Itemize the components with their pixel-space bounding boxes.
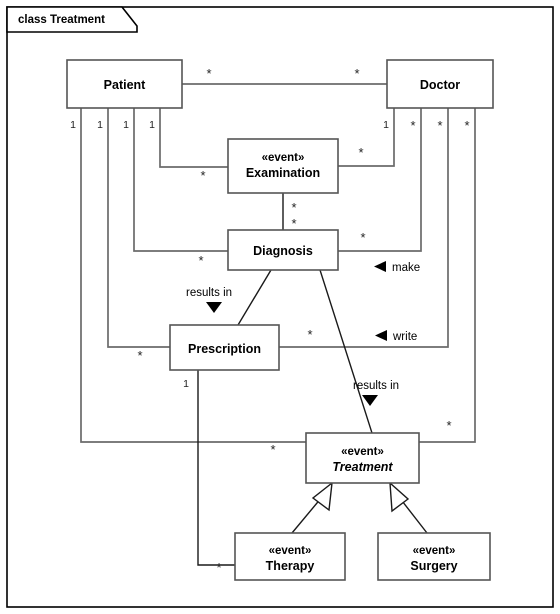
class-box-prescription[interactable]: Prescription xyxy=(169,324,280,371)
class-stereotype-surgery: «event» xyxy=(413,545,456,557)
diagram-canvas: class Treatment Patient Doctor «event» E… xyxy=(0,0,560,614)
multiplicity-patient-doctor-dst: * xyxy=(354,66,359,81)
class-box-surgery[interactable]: «event» Surgery xyxy=(377,532,491,581)
class-box-treatment[interactable]: «event» Treatment xyxy=(305,432,420,484)
class-name-therapy: Therapy xyxy=(266,559,315,573)
multiplicity-patient-examination: 1 xyxy=(149,119,155,131)
multiplicity-doctor-examination: 1 xyxy=(383,119,389,131)
class-box-treatment-rect xyxy=(305,432,420,484)
multiplicity-diagnosis-patient-end: * xyxy=(198,253,203,268)
diagram-title: class Treatment xyxy=(18,14,105,26)
class-box-patient[interactable]: Patient xyxy=(66,59,183,109)
multiplicity-treatment-patient-end: * xyxy=(270,442,275,457)
assoc-label-write: write xyxy=(392,331,417,343)
multiplicity-doctor-prescription: * xyxy=(437,118,442,133)
class-name-surgery: Surgery xyxy=(410,559,457,573)
multiplicity-prescription-therapy-src: 1 xyxy=(183,378,189,390)
class-stereotype-therapy: «event» xyxy=(269,545,312,557)
multiplicity-diagnosis-doctor-end: * xyxy=(360,230,365,245)
assoc-label-make: make xyxy=(392,262,420,274)
multiplicity-patient-diagnosis: 1 xyxy=(123,119,129,131)
assoc-label-results-in-prescription: results in xyxy=(186,287,232,299)
multiplicity-diagnosis-examination-bottom: * xyxy=(291,216,296,231)
class-stereotype-treatment: «event» xyxy=(341,446,384,458)
multiplicity-examination-patient-end: * xyxy=(200,168,205,183)
class-stereotype-examination: «event» xyxy=(262,152,305,164)
uml-class-diagram: class Treatment Patient Doctor «event» E… xyxy=(6,6,554,608)
class-name-prescription: Prescription xyxy=(188,342,261,356)
class-box-doctor[interactable]: Doctor xyxy=(386,59,494,109)
class-box-examination[interactable]: «event» Examination xyxy=(227,138,339,194)
class-name-doctor: Doctor xyxy=(420,78,460,92)
class-name-patient: Patient xyxy=(104,78,147,92)
multiplicity-examination-doctor-end: * xyxy=(358,145,363,160)
class-box-therapy[interactable]: «event» Therapy xyxy=(234,532,346,581)
multiplicity-patient-prescription: 1 xyxy=(97,119,103,131)
multiplicity-examination-diagnosis-top: * xyxy=(291,200,296,215)
multiplicity-doctor-treatment: * xyxy=(464,118,469,133)
multiplicity-patient-doctor-src: * xyxy=(206,66,211,81)
multiplicity-prescription-doctor-end: * xyxy=(307,327,312,342)
assoc-label-results-in-treatment: results in xyxy=(353,380,399,392)
multiplicity-prescription-therapy-dst: * xyxy=(216,560,221,575)
multiplicity-treatment-doctor-end: * xyxy=(446,418,451,433)
multiplicity-doctor-diagnosis: * xyxy=(410,118,415,133)
class-name-examination: Examination xyxy=(246,166,320,180)
class-box-diagnosis[interactable]: Diagnosis xyxy=(227,229,339,271)
multiplicity-prescription-patient-end: * xyxy=(137,348,142,363)
class-name-treatment: Treatment xyxy=(332,460,393,474)
multiplicity-patient-treatment: 1 xyxy=(70,119,76,131)
class-name-diagnosis: Diagnosis xyxy=(253,244,313,258)
